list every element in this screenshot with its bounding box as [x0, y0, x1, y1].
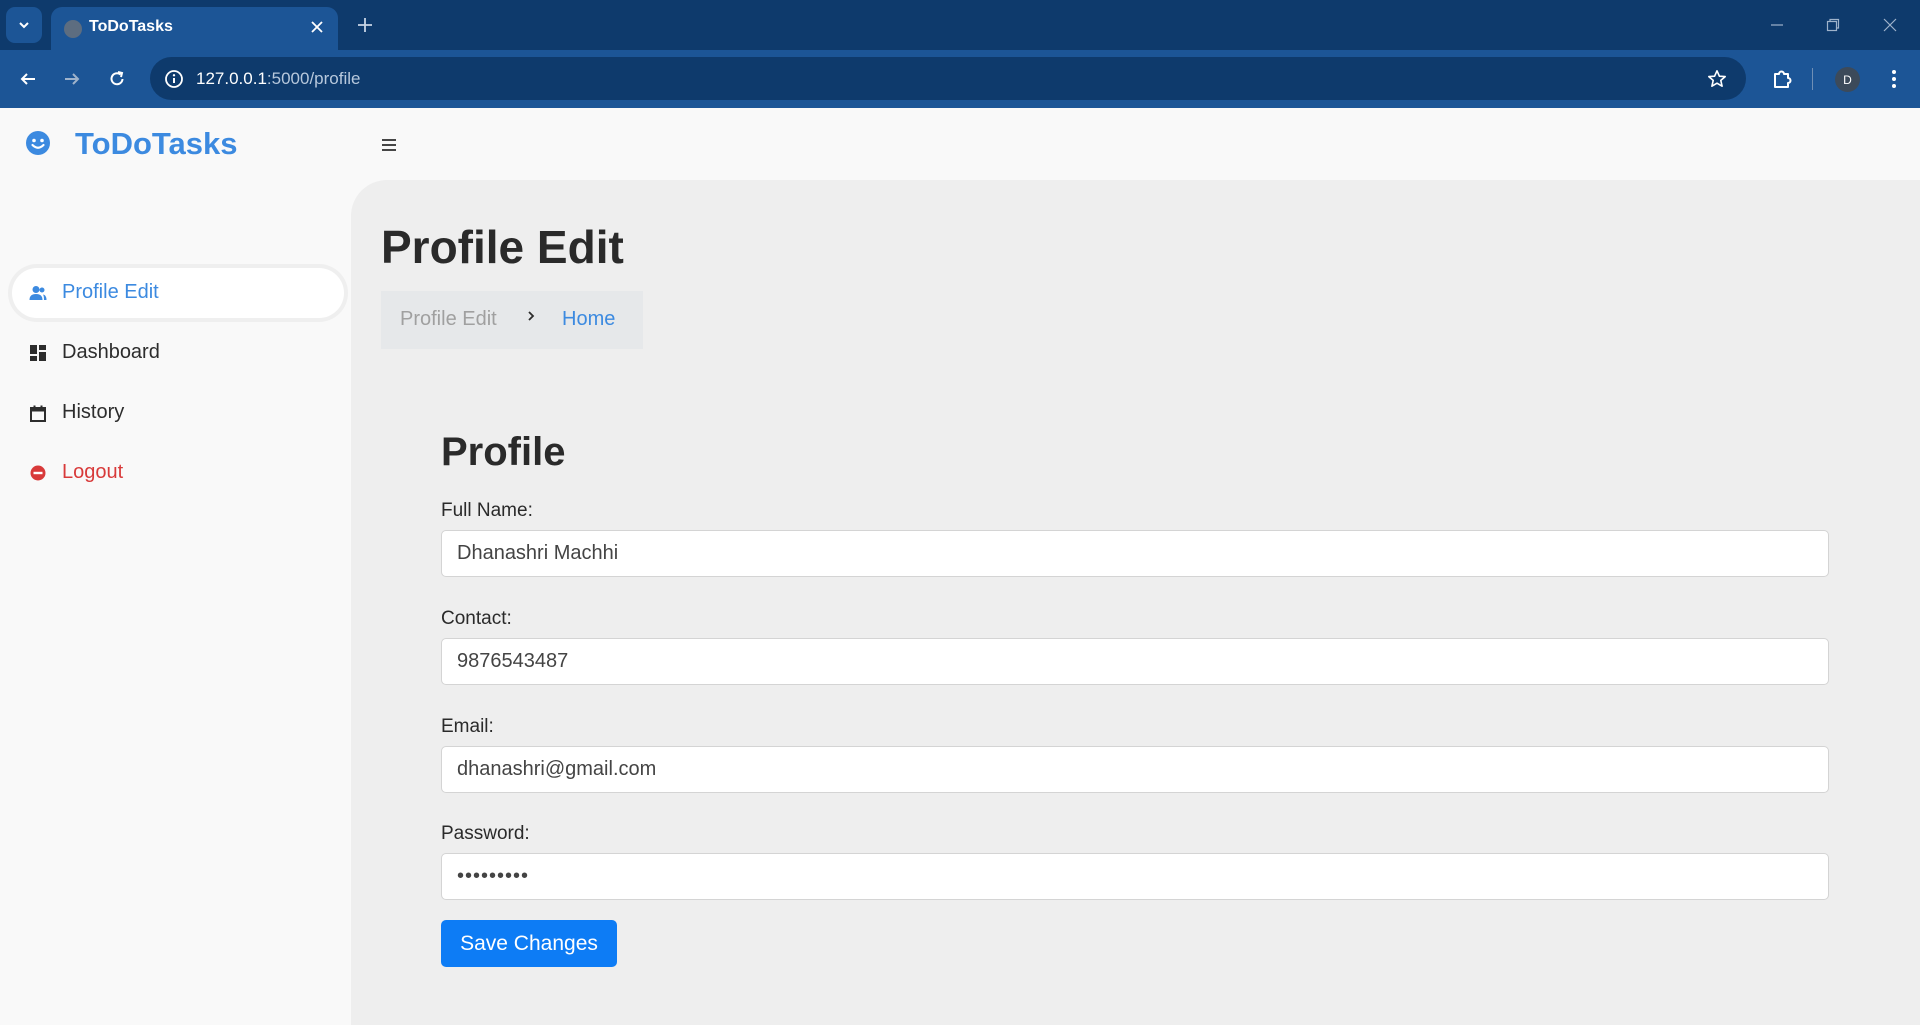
close-icon: [1883, 18, 1897, 32]
url-path: :5000/profile: [266, 69, 361, 88]
sidebar-item-label: Profile Edit: [62, 281, 159, 303]
bookmark-star-icon[interactable]: [1704, 66, 1730, 92]
reload-icon: [110, 71, 124, 86]
profile-avatar[interactable]: D: [1835, 67, 1860, 92]
site-info-icon[interactable]: [162, 67, 186, 91]
page-title: Profile Edit: [381, 221, 624, 273]
full-name-input[interactable]: [441, 530, 1829, 577]
dashboard-grid-icon: [28, 343, 48, 363]
sidebar: ToDoTasks Profile Edit Dashboard History: [0, 108, 351, 1025]
contact-label: Contact:: [441, 608, 512, 629]
contact-input[interactable]: [441, 638, 1829, 685]
form-title: Profile: [441, 430, 566, 474]
minus-circle-icon: [28, 463, 48, 483]
restore-button[interactable]: [1820, 12, 1846, 38]
hamburger-icon: [382, 139, 396, 151]
chevron-down-icon: [19, 22, 29, 29]
full-name-label: Full Name:: [441, 500, 533, 521]
sidebar-item-history[interactable]: History: [12, 388, 344, 438]
breadcrumb: Profile Edit Home: [381, 291, 643, 349]
minimize-button[interactable]: [1764, 12, 1790, 38]
url-host: 127.0.0.1: [196, 69, 267, 88]
globe-icon: [64, 20, 82, 38]
puzzle-icon: [1774, 70, 1792, 88]
browser-tab-bar: ToDoTasks: [0, 0, 1920, 50]
main-content: Profile Edit Profile Edit Home Profile F…: [351, 180, 1920, 1025]
plus-icon: [358, 18, 372, 32]
tab-title: ToDoTasks: [89, 18, 173, 35]
reload-button[interactable]: [101, 63, 133, 95]
restore-icon: [1826, 18, 1840, 32]
browser-toolbar: 127.0.0.1:5000/profile D: [0, 50, 1920, 108]
extensions-button[interactable]: [1766, 63, 1798, 95]
sidebar-item-label: Logout: [62, 461, 124, 483]
address-bar[interactable]: 127.0.0.1:5000/profile: [150, 57, 1746, 100]
chevron-right-icon: [524, 309, 538, 323]
url-text: 127.0.0.1:5000/profile: [196, 69, 360, 89]
menu-toggle-button[interactable]: [381, 138, 399, 154]
app-page: ToDoTasks Profile Edit Dashboard History: [0, 108, 1920, 1025]
calendar-icon: [28, 403, 48, 423]
browser-tab[interactable]: ToDoTasks: [51, 7, 338, 50]
sidebar-item-label: History: [62, 401, 125, 423]
close-window-button[interactable]: [1877, 12, 1903, 38]
minimize-icon: [1771, 24, 1783, 26]
browser-menu-button[interactable]: [1878, 63, 1910, 95]
close-tab-button[interactable]: [307, 17, 327, 37]
toolbar-divider: [1812, 68, 1813, 90]
user-icon: [28, 283, 48, 303]
sidebar-item-dashboard[interactable]: Dashboard: [12, 328, 344, 378]
arrow-left-icon: [20, 73, 35, 85]
sidebar-item-label: Dashboard: [62, 341, 160, 363]
email-label: Email:: [441, 716, 494, 737]
back-button[interactable]: [12, 63, 44, 95]
save-changes-button[interactable]: Save Changes: [441, 920, 617, 967]
brand[interactable]: ToDoTasks: [24, 126, 238, 161]
forward-button[interactable]: [56, 63, 88, 95]
more-vertical-icon: [1892, 70, 1896, 88]
brand-name: ToDoTasks: [75, 126, 238, 161]
sidebar-item-logout[interactable]: Logout: [12, 448, 344, 498]
sidebar-item-profile-edit[interactable]: Profile Edit: [12, 268, 344, 318]
smiley-logo-icon: [24, 129, 52, 157]
new-tab-button[interactable]: [352, 12, 378, 38]
password-label: Password:: [441, 823, 530, 844]
email-input[interactable]: [441, 746, 1829, 793]
arrow-right-icon: [65, 73, 80, 85]
breadcrumb-current: Profile Edit: [400, 308, 497, 330]
password-input[interactable]: [441, 853, 1829, 900]
close-icon: [311, 21, 323, 33]
breadcrumb-home-link[interactable]: Home: [562, 308, 615, 331]
tab-search-button[interactable]: [6, 7, 42, 43]
